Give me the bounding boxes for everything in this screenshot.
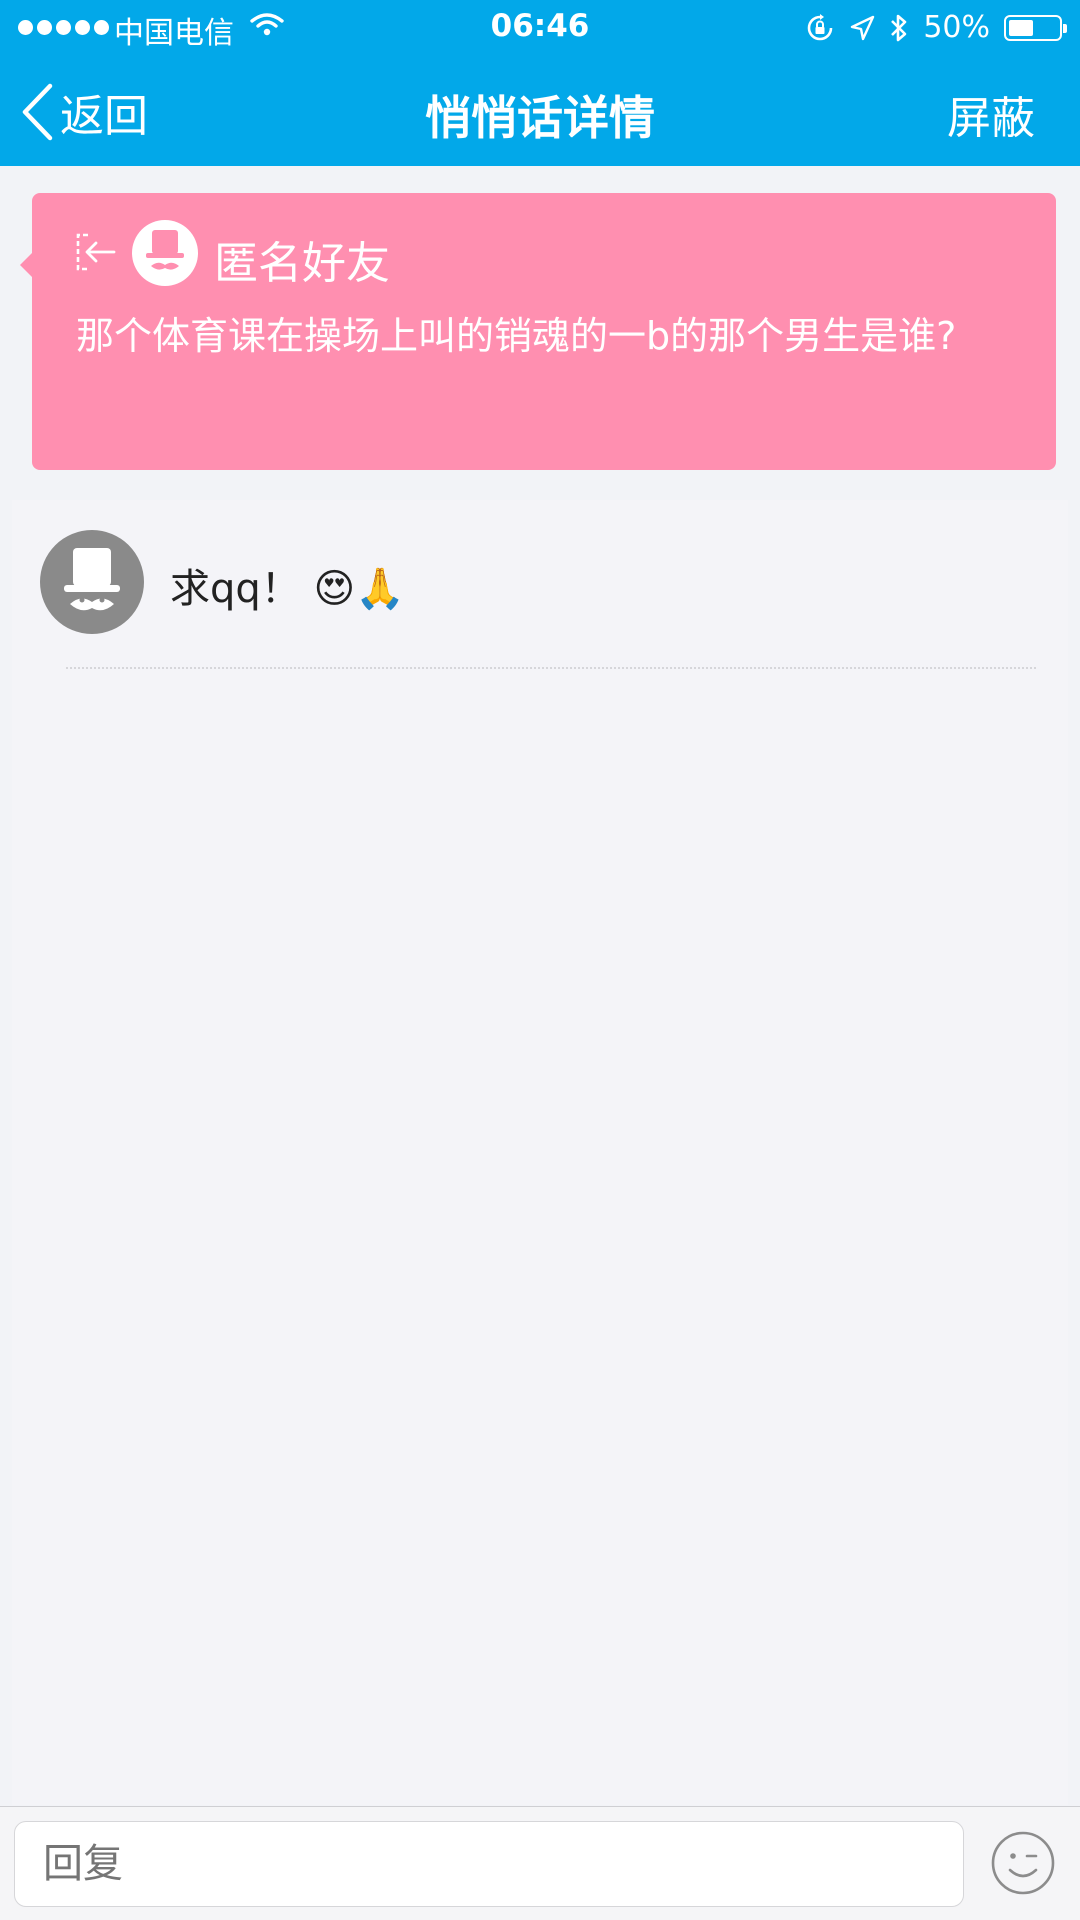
- reply-bar: [0, 1806, 1080, 1920]
- whisper-text: 那个体育课在操场上叫的销魂的一b的那个男生是谁?: [76, 314, 957, 358]
- card-notch: [20, 253, 32, 277]
- comment-list: 求qq！ 😍🙏: [12, 500, 1068, 1805]
- author-name: 匿名好友: [214, 238, 390, 289]
- header: 中国电信 06:46 50% 返回 悄悄话详情 屏蔽: [0, 0, 1080, 166]
- nav-bar: 返回 悄悄话详情 屏蔽: [0, 60, 1080, 166]
- rotation-lock-icon: [808, 13, 833, 40]
- location-icon: [851, 15, 875, 40]
- top-hat-icon: [64, 548, 120, 611]
- battery-icon: [1004, 14, 1067, 41]
- battery-percent: 50%: [923, 10, 990, 45]
- status-bar: 中国电信 06:46 50%: [0, 0, 1080, 56]
- block-button[interactable]: 屏蔽: [947, 82, 1035, 146]
- emoji-icon[interactable]: [990, 1830, 1056, 1896]
- comment-text: 求qq！ 😍🙏: [170, 566, 405, 612]
- comment-divider: [66, 667, 1036, 669]
- top-hat-icon: [146, 230, 184, 270]
- whisper-card: 匿名好友 那个体育课在操场上叫的销魂的一b的那个男生是谁?: [20, 193, 1056, 470]
- reply-input[interactable]: [14, 1821, 964, 1907]
- comment-item: 求qq！ 😍🙏: [12, 500, 1068, 670]
- anonymous-avatar: [132, 220, 198, 286]
- page-title: 悄悄话详情: [425, 91, 655, 145]
- exit-icon[interactable]: [72, 229, 118, 275]
- commenter-avatar[interactable]: [40, 530, 144, 634]
- bluetooth-icon: [891, 14, 907, 41]
- screen: 中国电信 06:46 50% 返回 悄悄话详情 屏蔽 匿名好友 那个体育课在操场…: [0, 0, 1080, 1920]
